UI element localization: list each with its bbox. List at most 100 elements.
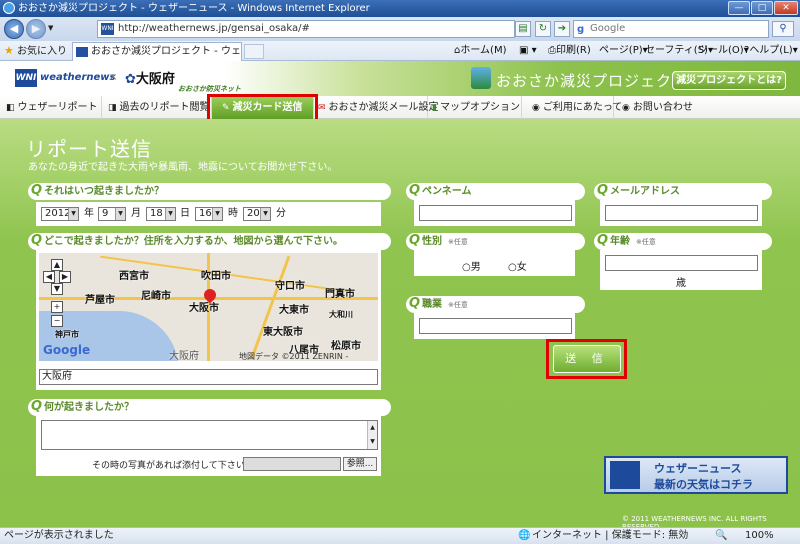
chart-icon: ▮: [432, 103, 437, 113]
location-map[interactable]: ▲ ◀ ▶ ▼ + − 西宮市 吹田市 守口市 芦屋市 尼崎市 門真市 大東市 …: [39, 253, 378, 361]
textarea-scrollbar[interactable]: ▲ ▼: [367, 421, 377, 449]
search-icon[interactable]: ⚲: [772, 21, 794, 37]
print-button[interactable]: ⎙印刷(R): [548, 44, 591, 58]
hour-select[interactable]: 16 ▼: [195, 207, 223, 221]
zoom-icon[interactable]: 🔍: [715, 528, 727, 544]
bullet-icon: ◉: [622, 103, 630, 113]
address-text: http://weathernews.jp/gensai_osaka/#: [118, 23, 310, 34]
map-label: 西宮市: [119, 271, 149, 282]
go-icon[interactable]: ➔: [554, 21, 570, 37]
email-input[interactable]: [605, 205, 758, 221]
logo-separator: ×: [109, 72, 118, 83]
dropdown-arrow-icon: ▼: [260, 208, 270, 220]
month-select[interactable]: 9 ▼: [98, 207, 126, 221]
month-unit: 月: [131, 208, 141, 219]
day-select[interactable]: 18 ▼: [146, 207, 176, 221]
address-bar[interactable]: WNI http://weathernews.jp/gensai_osaka/#: [97, 20, 515, 38]
q-where-label: Q どこで起きましたか？住所を入力するか、地図から選んで下さい。: [28, 233, 391, 250]
map-label: 門真市: [325, 289, 355, 300]
feeds-button[interactable]: ▣ ▾: [519, 44, 537, 58]
osaka-logo[interactable]: ✿大阪府: [125, 68, 175, 87]
q-email-label: Q メールアドレス: [594, 183, 772, 200]
job-input[interactable]: [419, 318, 572, 334]
description-textarea[interactable]: ▲ ▼: [41, 420, 378, 450]
new-tab-button[interactable]: [244, 44, 264, 59]
tools-menu[interactable]: ツール(O)▾: [698, 44, 749, 58]
map-label: 大阪市: [189, 303, 219, 314]
nav-contact[interactable]: ◉ お問い合わせ: [614, 96, 704, 119]
osaka-emblem-icon: ✿: [125, 72, 136, 87]
nav-past-reports[interactable]: ◨ 過去のリポート閲覧: [102, 96, 212, 119]
help-menu[interactable]: ?ヘルプ(L)▾: [744, 44, 798, 58]
google-icon: g: [577, 24, 585, 35]
q-age-label: Q 年齢 ※任意: [594, 233, 772, 250]
ie-icon: [3, 2, 15, 14]
address-input[interactable]: 大阪府: [39, 369, 378, 385]
dropdown-arrow-icon: ▼: [165, 208, 175, 220]
status-text: ページが表示されました: [4, 530, 114, 541]
highlight-box-submit: [546, 339, 627, 379]
map-pan-down-icon[interactable]: ▼: [51, 283, 63, 295]
map-pan-up-icon[interactable]: ▲: [51, 259, 63, 271]
map-label: 神戸市: [55, 330, 79, 339]
maximize-button[interactable]: □: [751, 1, 773, 15]
history-dropdown-icon[interactable]: ▼: [48, 24, 53, 32]
dropdown-arrow-icon: ▼: [115, 208, 125, 220]
nav-map-options[interactable]: ▮ マップオプション: [428, 96, 522, 119]
q-penname-label: Q ペンネーム: [406, 183, 585, 200]
gender-female-radio[interactable]: ○女: [508, 258, 527, 273]
photo-file-input[interactable]: [243, 457, 341, 471]
minute-select[interactable]: 20 ▼: [243, 207, 271, 221]
year-unit: 年: [84, 208, 94, 219]
age-unit: 歳: [676, 278, 686, 289]
site-header: WNI weathernews × ✿大阪府 おおさか防災ネット おおさか減災プ…: [0, 61, 800, 96]
zone-text[interactable]: インターネット | 保護モード: 無効: [532, 528, 688, 544]
banner-line2: 最新の天気はコチラ: [654, 478, 753, 491]
map-label: 芦屋市: [85, 295, 115, 306]
map-zoom-in-icon[interactable]: +: [51, 301, 63, 313]
project-title: おおさか減災プロジェクト: [496, 72, 689, 90]
site-nav: ◧ ウェザーリポート ◨ 過去のリポート閲覧 ✎ 減災カード送信 ✉ おおさか減災メール…: [0, 96, 800, 119]
favorites-button[interactable]: ★ お気に入り: [4, 44, 67, 59]
back-button[interactable]: ◀: [4, 19, 24, 39]
q-gender-label: Q 性別 ※任意: [406, 233, 585, 250]
google-logo: Google: [43, 343, 91, 357]
map-zoom-out-icon[interactable]: −: [51, 315, 63, 327]
zoom-level[interactable]: 100%: [745, 528, 774, 544]
japan-map-icon: [610, 461, 640, 489]
weathernews-logo-text: weathernews: [40, 72, 116, 83]
year-select[interactable]: 2012 ▼: [41, 207, 79, 221]
nav-weather-report[interactable]: ◧ ウェザーリポート: [0, 96, 102, 119]
hour-unit: 時: [228, 208, 238, 219]
map-label: 大阪府: [169, 351, 199, 361]
compatibility-icon[interactable]: ▤: [515, 21, 531, 37]
forward-button[interactable]: ▶: [26, 19, 46, 39]
browse-button[interactable]: 参照...: [343, 457, 377, 471]
minimize-button[interactable]: —: [728, 1, 750, 15]
tab-active[interactable]: おおさか減災プロジェクト - ウェザーニュース: [72, 42, 242, 75]
gender-male-radio[interactable]: ○男: [462, 258, 481, 273]
wni-logo[interactable]: WNI: [15, 69, 37, 87]
dropdown-arrow-icon: ▼: [212, 208, 222, 220]
page-menu[interactable]: ページ(P)▾: [599, 44, 648, 58]
window-title-bar: おおさか減災プロジェクト - ウェザーニュース - Windows Intern…: [0, 0, 800, 17]
bullet-icon: ◉: [532, 103, 540, 113]
map-pan-right-icon[interactable]: ▶: [59, 271, 71, 283]
weathernews-banner[interactable]: ウェザーニュース 最新の天気はコチラ: [604, 456, 788, 494]
close-window-button[interactable]: ✕: [774, 1, 798, 15]
map-label: 松原市: [331, 341, 361, 352]
penname-input[interactable]: [419, 205, 572, 221]
window-title: おおさか減災プロジェクト - ウェザーニュース - Windows Intern…: [18, 3, 370, 14]
nav-terms[interactable]: ◉ ご利用にあたって: [522, 96, 622, 119]
map-pan-left-icon[interactable]: ◀: [43, 271, 55, 283]
search-input[interactable]: g Google: [573, 20, 769, 38]
nav-mail-settings[interactable]: ✉ おおさか減災メール設定: [314, 96, 439, 119]
favorites-bar: ★ お気に入り おおさか減災プロジェクト - ウェザーニュース ⌂ホーム(M) …: [0, 41, 800, 75]
refresh-icon[interactable]: ↻: [535, 21, 551, 37]
page-favicon: WNI: [101, 23, 114, 35]
home-button[interactable]: ⌂ホーム(M): [454, 44, 507, 58]
about-project-button[interactable]: 減災プロジェクトとは?: [672, 71, 786, 90]
minute-unit: 分: [276, 208, 286, 219]
age-input[interactable]: [605, 255, 758, 271]
dropdown-arrow-icon: ▼: [68, 208, 78, 220]
